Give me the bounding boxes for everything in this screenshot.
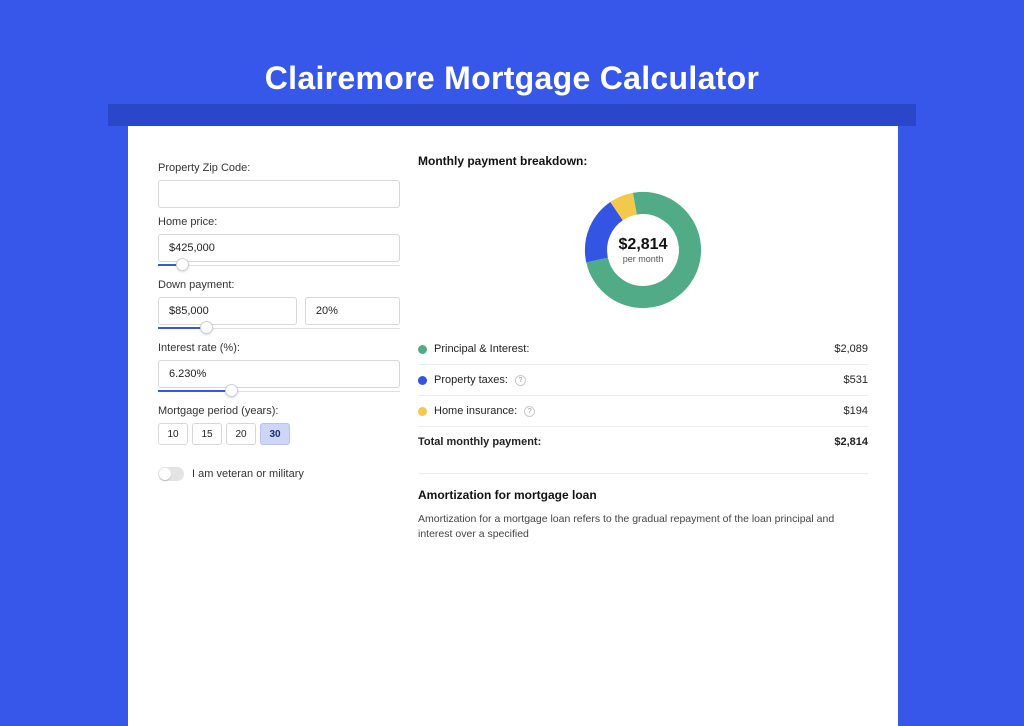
breakdown-total-row: Total monthly payment: $2,814: [418, 426, 868, 457]
total-label: Total monthly payment:: [418, 436, 541, 448]
slider-thumb[interactable]: [225, 384, 238, 397]
home-price-input[interactable]: [158, 234, 400, 262]
interest-label: Interest rate (%):: [158, 342, 400, 354]
down-payment-label: Down payment:: [158, 279, 400, 291]
home-price-slider[interactable]: [158, 261, 400, 271]
period-option-30[interactable]: 30: [260, 423, 290, 445]
breakdown-value: $2,089: [834, 343, 868, 355]
info-icon[interactable]: ?: [515, 375, 526, 386]
down-payment-input[interactable]: [158, 297, 297, 325]
calculator-card: Property Zip Code: Home price: Down paym…: [128, 126, 898, 726]
breakdown-label: Property taxes:: [434, 374, 508, 386]
donut-amount: $2,814: [619, 236, 668, 254]
veteran-toggle[interactable]: [158, 467, 184, 481]
donut-sub: per month: [623, 254, 664, 264]
period-option-15[interactable]: 15: [192, 423, 222, 445]
down-payment-pct-input[interactable]: [305, 297, 400, 325]
interest-input[interactable]: [158, 360, 400, 388]
slider-thumb[interactable]: [176, 258, 189, 271]
home-price-label: Home price:: [158, 216, 400, 228]
info-icon[interactable]: ?: [524, 406, 535, 417]
page-title: Clairemore Mortgage Calculator: [0, 0, 1024, 97]
breakdown-value: $194: [844, 405, 868, 417]
period-option-10[interactable]: 10: [158, 423, 188, 445]
payment-donut-chart: $2,814 per month: [581, 188, 705, 312]
down-payment-slider[interactable]: [158, 324, 400, 334]
breakdown-label: Principal & Interest:: [434, 343, 529, 355]
breakdown-row: Principal & Interest: $2,089: [418, 334, 868, 364]
veteran-label: I am veteran or military: [192, 468, 304, 480]
breakdown-label: Home insurance:: [434, 405, 517, 417]
slider-thumb[interactable]: [200, 321, 213, 334]
breakdown-panel: Monthly payment breakdown: $2,814 per mo…: [418, 154, 868, 542]
legend-dot: [418, 407, 427, 416]
form-panel: Property Zip Code: Home price: Down paym…: [158, 154, 400, 542]
period-label: Mortgage period (years):: [158, 405, 400, 417]
breakdown-row: Home insurance:? $194: [418, 395, 868, 426]
interest-slider[interactable]: [158, 387, 400, 397]
amortization-section: Amortization for mortgage loan Amortizat…: [418, 473, 868, 542]
amortization-text: Amortization for a mortgage loan refers …: [418, 512, 868, 542]
legend-dot: [418, 345, 427, 354]
amortization-title: Amortization for mortgage loan: [418, 488, 868, 502]
zip-label: Property Zip Code:: [158, 162, 400, 174]
breakdown-row: Property taxes:? $531: [418, 364, 868, 395]
total-value: $2,814: [834, 436, 868, 448]
breakdown-value: $531: [844, 374, 868, 386]
zip-input[interactable]: [158, 180, 400, 208]
card-shadow: [108, 104, 916, 126]
breakdown-title: Monthly payment breakdown:: [418, 154, 868, 168]
period-option-20[interactable]: 20: [226, 423, 256, 445]
legend-dot: [418, 376, 427, 385]
